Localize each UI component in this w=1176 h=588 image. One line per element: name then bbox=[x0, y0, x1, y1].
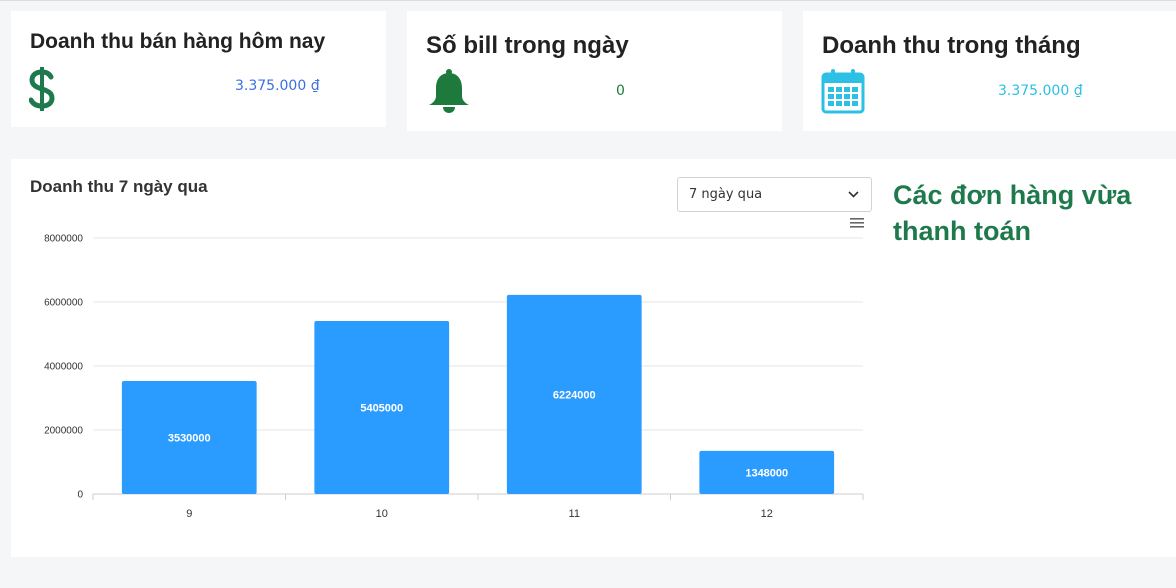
y-tick-label: 0 bbox=[77, 490, 83, 501]
bell-icon bbox=[429, 69, 469, 113]
y-tick-label: 6000000 bbox=[44, 298, 83, 309]
recent-orders-title: Các đơn hàng vừa thanh toán bbox=[893, 180, 1132, 246]
bills-today-title: Số bill trong ngày bbox=[426, 32, 629, 59]
revenue-bar-chart: 0 2000000 4000000 6000000 8000000 3530000 9 540… bbox=[44, 234, 864, 520]
x-tick-label: 9 bbox=[186, 508, 192, 520]
dollar-icon bbox=[29, 67, 55, 111]
month-revenue-title: Doanh thu trong tháng bbox=[822, 32, 1081, 59]
x-tick-label: 11 bbox=[569, 508, 580, 520]
revenue-chart-panel: 0 2000000 4000000 6000000 8000000 3530000 9 540… bbox=[11, 159, 1176, 557]
today-revenue-title: Doanh thu bán hàng hôm nay bbox=[30, 30, 326, 53]
today-revenue-card: Doanh thu bán hàng hôm nay 3.375.000 ₫ bbox=[11, 11, 386, 127]
bar-data-label: 5405000 bbox=[360, 403, 403, 415]
date-range-select[interactable]: 7 ngày qua bbox=[677, 177, 872, 212]
date-range-selected: 7 ngày qua bbox=[689, 187, 763, 202]
chevron-down-icon bbox=[848, 191, 859, 198]
y-tick-label: 2000000 bbox=[44, 426, 83, 437]
month-revenue-value: 3.375.000 ₫ bbox=[998, 83, 1083, 99]
bar-data-label: 1348000 bbox=[745, 467, 788, 479]
bills-today-value: 0 bbox=[616, 83, 625, 99]
top-border bbox=[0, 0, 1176, 4]
x-tick-label: 12 bbox=[761, 508, 773, 520]
bills-today-card: Số bill trong ngày 0 bbox=[407, 11, 782, 131]
hamburger-menu-icon[interactable] bbox=[849, 216, 865, 230]
chart-title: Doanh thu 7 ngày qua bbox=[30, 177, 208, 196]
bar-data-label: 6224000 bbox=[553, 389, 596, 401]
y-tick-label: 4000000 bbox=[44, 362, 83, 373]
month-revenue-card: Doanh thu trong tháng 3.375.000 ₫ bbox=[803, 11, 1176, 131]
bar-data-label: 3530000 bbox=[168, 433, 211, 445]
y-tick-label: 8000000 bbox=[44, 234, 83, 245]
today-revenue-value: 3.375.000 ₫ bbox=[235, 78, 320, 94]
calendar-icon bbox=[821, 69, 865, 114]
x-tick-label: 10 bbox=[376, 508, 388, 520]
